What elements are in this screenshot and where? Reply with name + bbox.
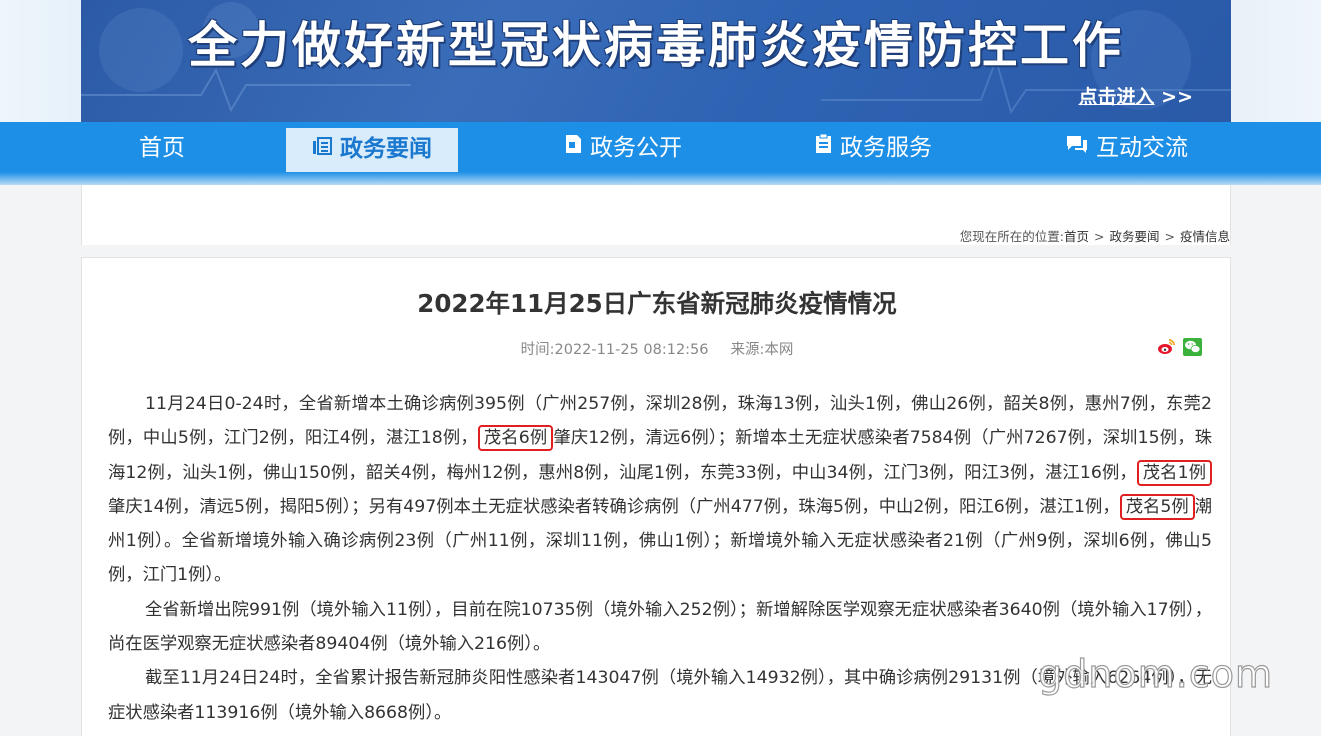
enter-link-text[interactable]: 点击进入 xyxy=(1079,86,1155,108)
nav-item-home[interactable]: 首页 xyxy=(139,122,185,172)
nav-item-label: 政务要闻 xyxy=(340,136,432,162)
breadcrumb-news[interactable]: 政务要闻 xyxy=(1109,229,1159,244)
paragraph-1: 11月24日0-24时，全省新增本土确诊病例395例（广州257例，深圳28例，… xyxy=(108,387,1213,593)
breadcrumb: 您现在所在的位置:首页 > 政务要闻 > 疫情信息 xyxy=(960,226,1230,245)
breadcrumb-separator: > xyxy=(1164,229,1175,244)
breadcrumb-prefix: 您现在所在的位置: xyxy=(959,229,1064,244)
banner-title: 全力做好新型冠状病毒肺炎疫情防控工作 xyxy=(187,17,1124,74)
breadcrumb-epidemic[interactable]: 疫情信息 xyxy=(1180,229,1230,244)
breadcrumb-home[interactable]: 首页 xyxy=(1064,229,1089,244)
source-label: 来源: xyxy=(730,342,765,358)
source-value: 本网 xyxy=(764,342,794,358)
nav-shadow xyxy=(0,172,1321,185)
highlight-box: 茂名5例 xyxy=(1119,493,1195,520)
enter-link-arrows: >> xyxy=(1161,86,1193,108)
highlight-box: 茂名6例 xyxy=(477,425,554,452)
nav-item-label: 首页 xyxy=(139,135,185,161)
nav-item-service[interactable]: 政务服务 xyxy=(815,122,932,172)
nav-item-label: 政务公开 xyxy=(590,135,682,161)
main-nav: 首页 政务要闻 政务公开 政务服务 互动交流 xyxy=(0,122,1321,172)
nav-item-interact[interactable]: 互动交流 xyxy=(1066,122,1188,172)
article-meta: 时间:2022-11-25 08:12:56 来源:本网 xyxy=(82,338,1232,359)
nav-item-public[interactable]: 政务公开 xyxy=(565,122,682,172)
wechat-icon[interactable] xyxy=(1183,338,1202,356)
campaign-banner[interactable]: 全力做好新型冠状病毒肺炎疫情防控工作 点击进入 >> xyxy=(81,0,1231,122)
clipboard-icon xyxy=(815,121,832,173)
watermark: gdnom.com xyxy=(1038,651,1273,696)
news-icon xyxy=(312,127,332,169)
highlight-box: 茂名1例 xyxy=(1136,459,1213,486)
nav-item-label: 互动交流 xyxy=(1096,135,1188,161)
breadcrumb-container: 您现在所在的位置:首页 > 政务要闻 > 疫情信息 xyxy=(81,185,1231,245)
nav-item-news[interactable]: 政务要闻 xyxy=(286,128,458,172)
document-icon xyxy=(565,121,582,173)
article-title: 2022年11月25日广东省新冠肺炎疫情情况 xyxy=(417,289,897,318)
time-label: 时间: xyxy=(520,342,555,358)
breadcrumb-separator: > xyxy=(1094,229,1105,244)
chat-icon xyxy=(1066,121,1088,173)
time-value: 2022-11-25 08:12:56 xyxy=(554,342,709,358)
banner-enter-link[interactable]: 点击进入 >> xyxy=(1079,82,1193,109)
weibo-icon[interactable] xyxy=(1157,338,1176,356)
nav-item-label: 政务服务 xyxy=(840,135,932,161)
text-segment: 肇庆14例，清远5例，揭阳5例）；另有497例本土无症状感染者转确诊病例（广州4… xyxy=(108,496,1120,517)
